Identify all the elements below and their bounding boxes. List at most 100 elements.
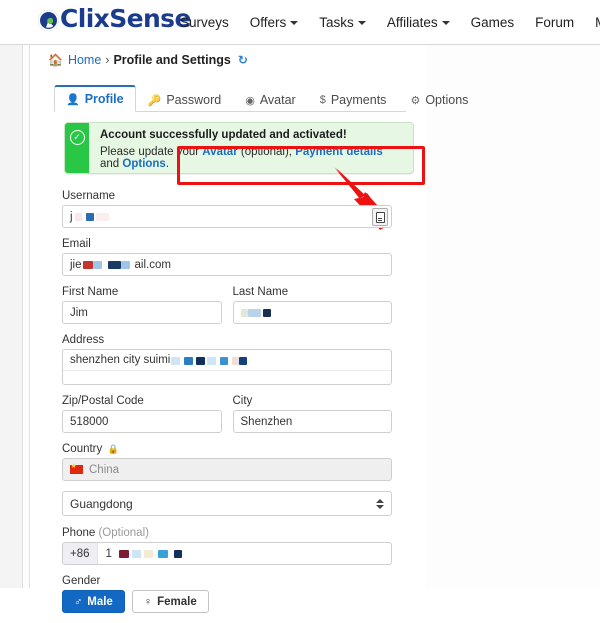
- tab-payments[interactable]: $ Payments: [308, 87, 399, 112]
- address-textarea[interactable]: shenzhen city suimi: [62, 349, 392, 385]
- alert-text-mid1: (optional),: [237, 146, 296, 158]
- redaction-block: [107, 260, 121, 269]
- lock-icon: 🔒: [107, 444, 119, 454]
- city-input[interactable]: Shenzhen: [232, 410, 392, 433]
- redaction-block: [220, 356, 229, 365]
- textarea-divider: [63, 370, 391, 371]
- state-select[interactable]: Guangdong: [62, 491, 392, 516]
- gender-male-label: Male: [87, 595, 113, 608]
- phone-label: Phone (Optional): [62, 527, 392, 539]
- phone-country-prefix: +86: [63, 543, 98, 564]
- tab-options[interactable]: ⚙ Options: [398, 87, 480, 112]
- alert-message: Please update your Avatar (optional), Pa…: [100, 146, 403, 170]
- nav-label: Surveys: [180, 14, 229, 30]
- refresh-icon[interactable]: ↻: [238, 53, 248, 67]
- right-background: [426, 45, 600, 588]
- redaction-block: [262, 308, 271, 317]
- alert-text-mid2: and: [100, 158, 123, 170]
- field-username: Username j: [62, 190, 392, 228]
- redaction-block: [239, 356, 248, 365]
- country-value: China: [89, 463, 120, 476]
- phone-input[interactable]: +86 1: [62, 542, 392, 565]
- alert-link-payment-details[interactable]: Payment details: [295, 146, 383, 158]
- key-icon: 🔑: [147, 94, 162, 107]
- tab-label: Options: [425, 93, 469, 107]
- page-root: ClixSense Surveys Offers Tasks Affiliate…: [0, 0, 600, 613]
- country-label: Country 🔒: [62, 443, 392, 455]
- nav-label: Forum: [535, 14, 575, 30]
- redaction-block: [95, 212, 109, 221]
- first-name-input[interactable]: Jim: [62, 301, 222, 324]
- redaction-block: [184, 356, 194, 365]
- field-row-names: First Name Jim Last Name: [62, 286, 392, 324]
- field-country: Country 🔒 China: [62, 443, 392, 481]
- gender-label: Gender: [62, 575, 101, 587]
- male-icon: ♂: [74, 595, 83, 608]
- first-name-value: Jim: [70, 306, 88, 319]
- zip-label: Zip/Postal Code: [62, 395, 144, 407]
- last-name-input[interactable]: [232, 301, 392, 324]
- gender-male-button[interactable]: ♂ Male: [62, 590, 125, 613]
- redaction-block: [207, 356, 217, 365]
- field-state: Guangdong: [62, 491, 392, 516]
- nav-label: Tasks: [319, 14, 354, 30]
- breadcrumb-separator: ›: [105, 53, 110, 67]
- spinner-arrows-icon: [376, 498, 384, 509]
- city-value: Shenzhen: [240, 415, 293, 428]
- redaction-block: [74, 212, 82, 221]
- home-icon: 🏠: [48, 53, 63, 67]
- id-badge-icon[interactable]: [372, 208, 388, 226]
- country-label-text: Country: [62, 443, 103, 455]
- chevron-down-icon: [290, 21, 299, 25]
- field-zip: Zip/Postal Code 518000: [62, 395, 222, 433]
- username-input[interactable]: j: [62, 205, 392, 228]
- redaction-block: [85, 212, 94, 221]
- phone-digits: 1: [105, 547, 112, 560]
- tab-password[interactable]: 🔑 Password: [136, 87, 234, 112]
- nav-item-offers[interactable]: Offers: [250, 15, 299, 30]
- email-input[interactable]: jie ail.com: [62, 253, 392, 276]
- alert-link-options[interactable]: Options: [122, 158, 165, 170]
- dollar-icon: $: [319, 94, 326, 106]
- redaction-block: [131, 549, 141, 558]
- brand-logo[interactable]: ClixSense: [38, 4, 191, 33]
- nav-item-forum[interactable]: Forum: [535, 15, 574, 30]
- nav-item-surveys[interactable]: Surveys: [180, 15, 229, 30]
- nav-item-tasks[interactable]: Tasks: [319, 15, 366, 30]
- address-label: Address: [62, 334, 105, 346]
- alert-text-suffix: .: [165, 158, 170, 170]
- gear-icon: ⚙: [410, 94, 421, 107]
- tab-label: Profile: [84, 92, 124, 106]
- chevron-down-icon: [357, 21, 366, 25]
- chevron-down-icon: [441, 21, 450, 25]
- alert-link-avatar[interactable]: Avatar: [202, 146, 237, 158]
- redaction-block: [173, 549, 182, 558]
- nav-item-affiliates[interactable]: Affiliates: [387, 15, 450, 30]
- field-row-zip-city: Zip/Postal Code 518000 City Shenzhen: [62, 395, 392, 433]
- site-header: ClixSense Surveys Offers Tasks Affiliate…: [0, 0, 600, 45]
- gender-options: ♂ Male ♀ Female: [62, 590, 392, 613]
- gender-female-button[interactable]: ♀ Female: [131, 590, 209, 613]
- field-address: Address shenzhen city suimi: [62, 334, 392, 385]
- nav-label: Offers: [249, 14, 287, 30]
- redaction-block: [171, 356, 181, 365]
- nav-item-games[interactable]: Games: [471, 15, 515, 30]
- phone-label-text: Phone: [62, 527, 96, 539]
- redaction-block: [247, 308, 261, 317]
- nav-label: More: [595, 15, 600, 30]
- badge-glyph: [375, 211, 385, 223]
- breadcrumb-home[interactable]: Home: [68, 53, 101, 67]
- redaction-block: [92, 260, 102, 269]
- alert-status-bar: ✓: [65, 123, 89, 173]
- zip-input[interactable]: 518000: [62, 410, 222, 433]
- tab-avatar[interactable]: ◉ Avatar: [233, 87, 308, 112]
- nav-label: Affiliates: [386, 14, 438, 30]
- first-name-label: First Name: [62, 286, 119, 298]
- field-gender: Gender ♂ Male ♀ Female: [62, 575, 392, 613]
- tab-profile[interactable]: 👤 Profile: [54, 85, 136, 112]
- left-gutter: [0, 45, 22, 588]
- redaction-block: [232, 356, 240, 365]
- redaction-block: [240, 308, 248, 317]
- nav-item-more[interactable]: More: [595, 15, 600, 30]
- gender-female-label: Female: [157, 595, 197, 608]
